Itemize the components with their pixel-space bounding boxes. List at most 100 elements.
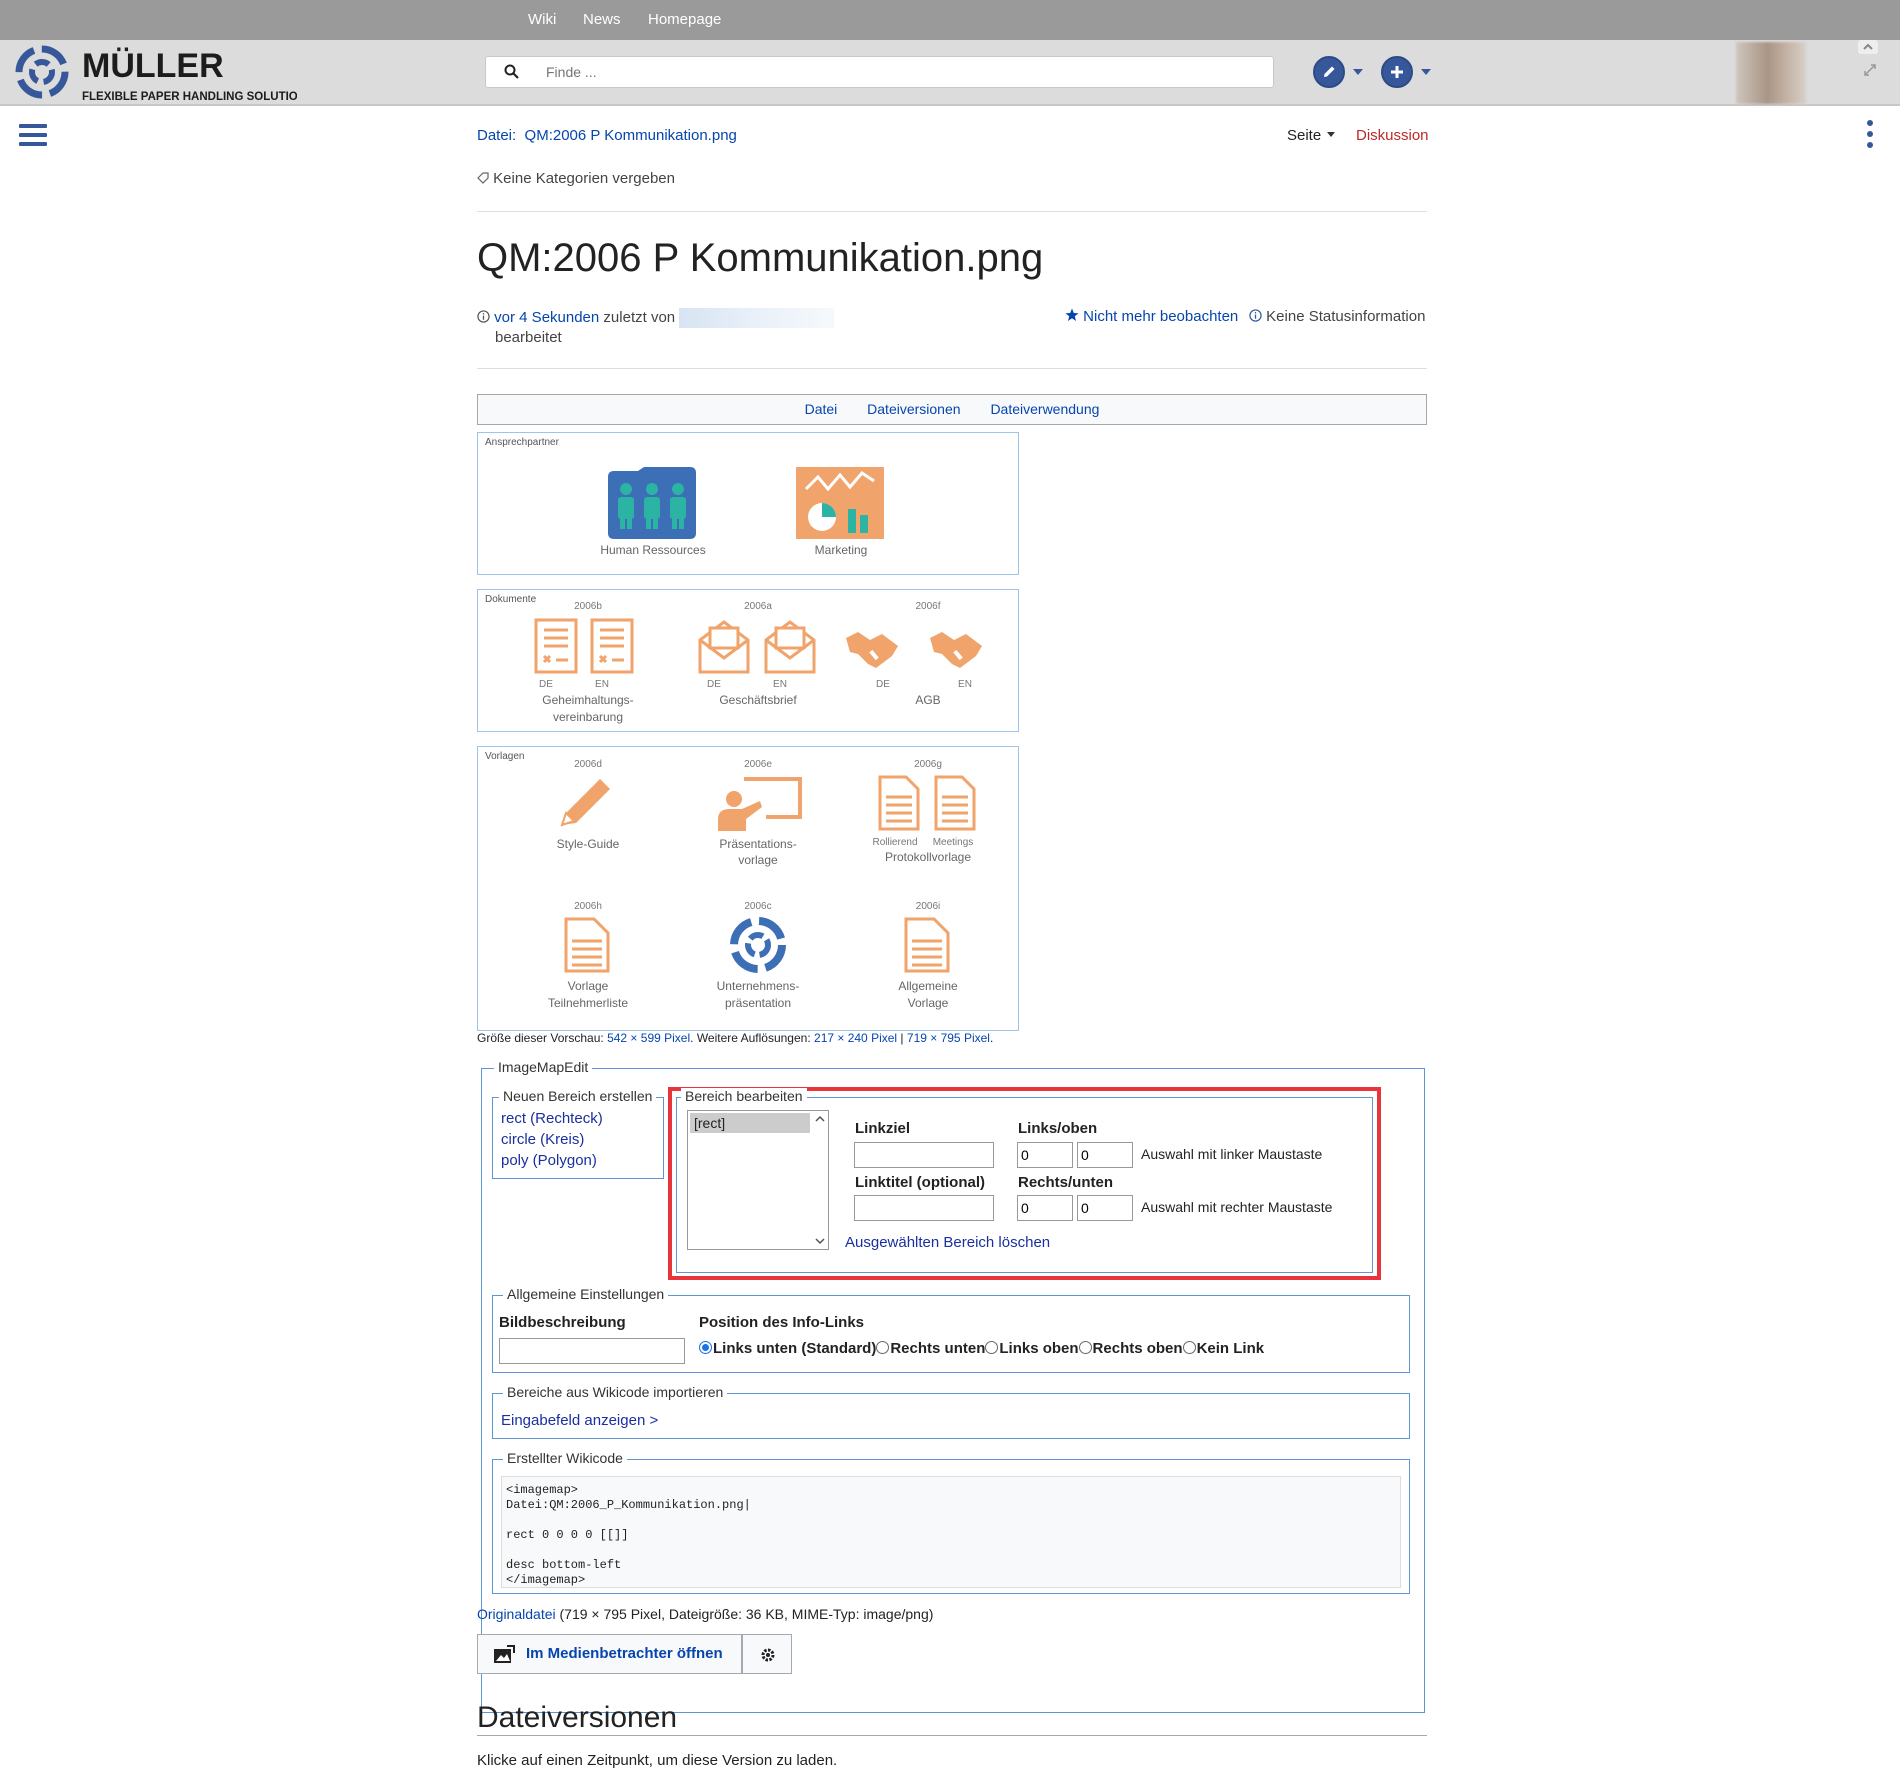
gear-icon bbox=[761, 1648, 775, 1662]
collapse-header-icon[interactable] bbox=[1858, 40, 1878, 54]
search-input[interactable] bbox=[546, 61, 1246, 83]
link-title-input[interactable] bbox=[854, 1195, 994, 1221]
pencil-styleguide-icon bbox=[560, 779, 610, 827]
tab-datei[interactable]: Datei bbox=[805, 401, 838, 417]
info-icon bbox=[477, 310, 490, 323]
brand-logo[interactable]: MÜLLER FLEXIBLE PAPER HANDLING SOLUTIONS bbox=[12, 42, 314, 104]
radio-rechts-oben[interactable]: Rechts oben bbox=[1078, 1340, 1183, 1357]
topnav-news[interactable]: News bbox=[583, 11, 621, 28]
edit-area-panel: Bereich bearbeiten [rect] Linkziel Linkt… bbox=[676, 1088, 1373, 1273]
template-document-icon bbox=[564, 917, 610, 973]
bottom-y-input[interactable] bbox=[1077, 1195, 1133, 1221]
versions-heading: Dateiversionen bbox=[477, 1701, 678, 1734]
search-icon bbox=[504, 64, 519, 79]
new-area-panel: Neuen Bereich erstellen rect (Rechteck) … bbox=[492, 1088, 664, 1179]
original-file-link[interactable]: Originaldatei bbox=[477, 1606, 556, 1622]
breadcrumb[interactable]: Datei: QM:2006 P Kommunikation.png bbox=[477, 127, 737, 144]
label-human-ressources: Human Ressources bbox=[600, 543, 706, 557]
image-section-dokumente[interactable]: Dokumente 2006b 2006a 2006f DE EN DE EN … bbox=[477, 589, 1019, 732]
header: MÜLLER FLEXIBLE PAPER HANDLING SOLUTIONS bbox=[0, 40, 1900, 106]
tab-dateiverwendung[interactable]: Dateiverwendung bbox=[990, 401, 1099, 417]
versions-hint: Klicke auf einen Zeitpunkt, um diese Ver… bbox=[477, 1752, 838, 1769]
editor-name[interactable] bbox=[679, 308, 835, 329]
preview-sizes: Größe dieser Vorschau: 542 × 599 Pixel. … bbox=[477, 1031, 994, 1045]
presentation-icon bbox=[718, 777, 802, 831]
edit-menu-chevron-icon[interactable] bbox=[1353, 69, 1363, 75]
top-y-input[interactable] bbox=[1077, 1142, 1133, 1168]
section-title: Vorlagen bbox=[485, 751, 525, 762]
brand-name: MÜLLER bbox=[82, 47, 224, 85]
page-title: QM:2006 P Kommunikation.png bbox=[477, 236, 1044, 280]
radio-kein-link[interactable]: Kein Link bbox=[1182, 1340, 1264, 1357]
letter-icon bbox=[698, 620, 816, 674]
discussion-link[interactable]: Diskussion bbox=[1356, 127, 1429, 144]
label-marketing: Marketing bbox=[814, 543, 868, 557]
fullscreen-icon[interactable] bbox=[1862, 62, 1878, 78]
link-target-input[interactable] bbox=[854, 1142, 994, 1168]
general-template-icon bbox=[904, 917, 950, 973]
radio-rechts-unten[interactable]: Rechts unten bbox=[876, 1340, 985, 1357]
show-import-input-link[interactable]: Eingabefeld anzeigen > bbox=[501, 1412, 658, 1429]
new-circle-link[interactable]: circle (Kreis) bbox=[501, 1129, 603, 1150]
new-poly-link[interactable]: poly (Polygon) bbox=[501, 1150, 603, 1171]
more-options-icon[interactable] bbox=[1867, 120, 1875, 150]
file-tabs: Datei Dateiversionen Dateiverwendung bbox=[477, 394, 1427, 425]
import-panel: Bereiche aus Wikicode importieren Eingab… bbox=[492, 1384, 1410, 1439]
open-media-viewer-button[interactable]: Im Medienbetrachter öffnen bbox=[477, 1634, 742, 1674]
imagemapedit-title: ImageMapEdit bbox=[494, 1059, 593, 1075]
avatar[interactable] bbox=[1736, 42, 1806, 104]
edit-button[interactable] bbox=[1313, 56, 1345, 88]
brand-tagline: FLEXIBLE PAPER HANDLING SOLUTIONS bbox=[82, 91, 297, 103]
revision-info: vor 4 Sekunden zuletzt von bearbeitet bbox=[477, 308, 835, 348]
wikicode-panel: Erstellter Wikicode <imagemap> Datei:QM:… bbox=[492, 1450, 1410, 1594]
topnav-wiki[interactable]: Wiki bbox=[528, 11, 556, 28]
tab-dateiversionen[interactable]: Dateiversionen bbox=[867, 401, 960, 417]
hamburger-menu-icon[interactable] bbox=[19, 124, 47, 146]
radio-links-oben[interactable]: Links oben bbox=[985, 1340, 1079, 1357]
handshake-icon bbox=[846, 632, 982, 668]
image-section-vorlagen[interactable]: Vorlagen 2006d 2006e 2006g Style-Guide P… bbox=[477, 746, 1019, 1031]
area-list[interactable]: [rect] bbox=[687, 1110, 829, 1250]
media-settings-button[interactable] bbox=[742, 1634, 792, 1674]
page-menu[interactable]: Seite bbox=[1287, 127, 1336, 144]
original-file-info: Originaldatei (719 × 795 Pixel, Dateigrö… bbox=[477, 1606, 934, 1622]
section-title: Dokumente bbox=[485, 594, 537, 605]
generated-wikicode[interactable]: <imagemap> Datei:QM:2006_P_Kommunikation… bbox=[501, 1476, 1401, 1588]
info-link-position-group: Links unten (Standard) Rechts unten Links … bbox=[699, 1340, 1264, 1357]
unwatch-link[interactable]: Nicht mehr beobachten bbox=[1065, 308, 1238, 325]
image-icon bbox=[494, 1645, 515, 1663]
new-rect-link[interactable]: rect (Rechteck) bbox=[501, 1108, 603, 1129]
tag-icon bbox=[477, 172, 489, 184]
status-info: Keine Statusinformation bbox=[1249, 308, 1425, 325]
create-menu-chevron-icon[interactable] bbox=[1421, 69, 1431, 75]
categories: Keine Kategorien vergeben bbox=[477, 170, 675, 187]
top-navigation: Wiki News Homepage bbox=[0, 0, 1900, 40]
section-title: Ansprechpartner bbox=[485, 437, 559, 448]
preview-size-link[interactable]: 542 × 599 Pixel bbox=[607, 1031, 690, 1045]
image-section-ansprechpartner[interactable]: Ansprechpartner Human Ressources Marketi… bbox=[477, 432, 1019, 575]
general-settings-panel: Allgemeine Einstellungen Bildbeschreibun… bbox=[492, 1286, 1410, 1373]
scrollbar[interactable] bbox=[812, 1111, 828, 1249]
right-x-input[interactable] bbox=[1017, 1195, 1073, 1221]
marketing-icon bbox=[796, 467, 884, 539]
pencil-icon bbox=[1324, 66, 1335, 77]
company-logo-icon bbox=[730, 917, 786, 973]
resolution-217-link[interactable]: 217 × 240 Pixel bbox=[814, 1031, 897, 1045]
search-box[interactable] bbox=[485, 56, 1274, 88]
info-icon bbox=[1249, 309, 1262, 322]
people-icon bbox=[608, 467, 696, 539]
left-x-input[interactable] bbox=[1017, 1142, 1073, 1168]
create-button[interactable] bbox=[1381, 56, 1413, 88]
nda-document-icon bbox=[534, 618, 634, 674]
image-description-input[interactable] bbox=[499, 1338, 685, 1364]
protocol-document-icon bbox=[878, 775, 976, 831]
logo-swirl-icon bbox=[15, 45, 69, 99]
chevron-down-icon bbox=[1327, 132, 1336, 137]
star-icon bbox=[1065, 308, 1079, 321]
delete-area-link[interactable]: Ausgewählten Bereich löschen bbox=[845, 1234, 1050, 1251]
topnav-homepage[interactable]: Homepage bbox=[648, 11, 721, 28]
resolution-719-link[interactable]: 719 × 795 Pixel bbox=[907, 1031, 990, 1045]
revision-time-link[interactable]: vor 4 Sekunden bbox=[494, 309, 599, 326]
radio-links-unten[interactable]: Links unten (Standard) bbox=[699, 1340, 876, 1357]
area-list-item[interactable]: [rect] bbox=[690, 1113, 810, 1133]
